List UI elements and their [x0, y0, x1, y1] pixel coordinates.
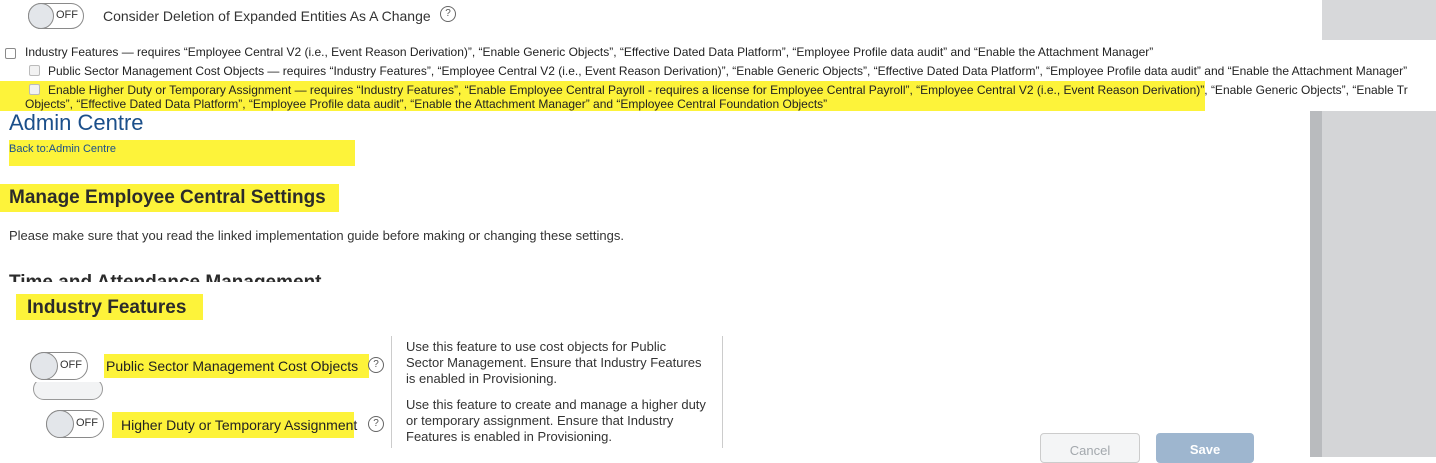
save-button-label: Save [1189, 442, 1221, 457]
industry-features-requirement: Industry Features — requires “Employee C… [25, 45, 1154, 59]
page-heading: Manage Employee Central Settings [9, 187, 326, 208]
public-sector-checkbox[interactable] [29, 65, 40, 76]
higher-duty-description: Use this feature to create and manage a … [406, 397, 706, 444]
admin-centre-title: Admin Centre [9, 110, 144, 135]
overlapped-toggle-fragment [30, 382, 110, 402]
industry-features-card: Industry Features OFF Public Sector Mana… [12, 282, 1310, 463]
help-icon[interactable]: ? [368, 357, 384, 373]
higher-duty-requirement-line2: Objects”, “Effective Dated Data Platform… [25, 97, 828, 111]
higher-duty-label: Higher Duty or Temporary Assignment [121, 417, 358, 433]
intro-text: Please make sure that you read the linke… [9, 228, 624, 243]
higher-duty-checkbox[interactable] [29, 84, 40, 95]
back-to-admin-link[interactable]: Back to:Admin Centre [9, 143, 116, 155]
higher-duty-toggle[interactable]: OFF [46, 410, 104, 438]
public-sector-label: Public Sector Management Cost Objects [106, 358, 359, 374]
industry-features-checkbox[interactable] [5, 48, 16, 59]
toggle-knob [46, 410, 74, 438]
right-grey-panel [1310, 111, 1436, 457]
toggle-state-text: OFF [56, 9, 78, 21]
toggle-knob [28, 3, 54, 29]
public-sector-description: Use this feature to use cost objects for… [406, 339, 702, 386]
public-sector-toggle[interactable]: OFF [30, 352, 88, 380]
toggle-state-text: OFF [76, 417, 98, 429]
top-setting-row: OFF Consider Deletion of Expanded Entiti… [0, 0, 1322, 40]
cancel-button[interactable]: Cancel [1040, 433, 1140, 463]
higher-duty-requirement-line1: Enable Higher Duty or Temporary Assignme… [48, 83, 1408, 97]
toggle-knob [30, 352, 58, 380]
partial-heading-clip: Time and Attendance Management [0, 270, 600, 282]
help-icon[interactable]: ? [440, 6, 456, 22]
expanded-entities-label: Consider Deletion of Expanded Entities A… [103, 8, 431, 24]
cancel-button-label: Cancel [1069, 443, 1111, 458]
time-attendance-heading: Time and Attendance Management [9, 272, 322, 282]
toggle-state-text: OFF [60, 359, 82, 371]
expanded-entities-toggle[interactable]: OFF [28, 3, 84, 29]
save-button[interactable]: Save [1156, 433, 1254, 463]
right-grey-strip-top [1322, 0, 1436, 40]
help-icon[interactable]: ? [368, 416, 384, 432]
industry-features-heading: Industry Features [27, 297, 187, 318]
right-grey-divider [1310, 111, 1322, 457]
public-sector-requirement: Public Sector Management Cost Objects — … [48, 64, 1408, 78]
